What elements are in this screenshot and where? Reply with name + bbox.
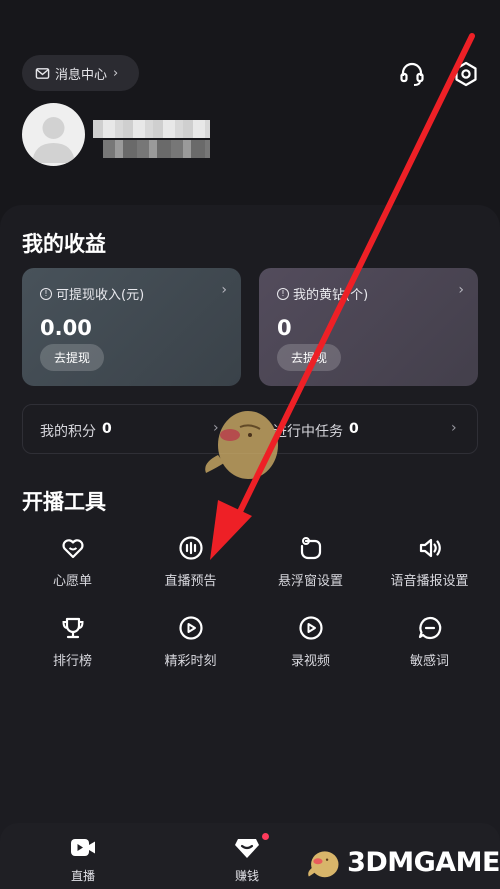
tool-label: 悬浮窗设置 bbox=[277, 574, 343, 589]
profile-section bbox=[0, 100, 500, 210]
video-camera-icon bbox=[71, 839, 95, 856]
tool-label: 心愿单 bbox=[52, 574, 92, 589]
notification-dot bbox=[262, 833, 269, 840]
highlight-icon bbox=[178, 616, 203, 640]
chevron-right-icon: › bbox=[458, 282, 464, 298]
info-icon: ! bbox=[277, 287, 289, 300]
tool-label: 排行榜 bbox=[52, 654, 92, 669]
withdrawable-income-card[interactable]: ! 可提现收入(元) 0.00 去提现 › bbox=[22, 268, 241, 386]
tool-label: 语音播报设置 bbox=[390, 574, 469, 589]
tool-floating-window[interactable]: 悬浮窗设置 bbox=[248, 535, 373, 589]
trophy-icon bbox=[61, 617, 84, 639]
message-center-label: 消息中心 bbox=[55, 67, 108, 83]
tab-earn[interactable]: 赚钱 bbox=[207, 837, 287, 884]
message-center-button[interactable]: 消息中心 › bbox=[22, 55, 139, 91]
chevron-right-icon: › bbox=[451, 420, 457, 436]
tab-live-label: 直播 bbox=[70, 869, 95, 883]
tool-live-preview[interactable]: 直播预告 bbox=[128, 535, 253, 589]
withdraw-diamond-button[interactable]: 去提现 bbox=[277, 344, 341, 371]
live-preview-icon bbox=[178, 536, 203, 560]
points-value: 0 bbox=[102, 421, 112, 437]
earnings-title: 我的收益 bbox=[22, 232, 106, 256]
chevron-right-icon: › bbox=[221, 282, 227, 298]
user-id-mosaic bbox=[103, 140, 210, 158]
record-video-icon bbox=[298, 616, 323, 640]
tool-leaderboard[interactable]: 排行榜 bbox=[10, 615, 135, 669]
username-mosaic bbox=[93, 120, 210, 138]
top-bar: 消息中心 › bbox=[0, 0, 500, 100]
yellow-diamond-card[interactable]: ! 我的黄钻(个) 0 去提现 › bbox=[259, 268, 478, 386]
tasks-value: 0 bbox=[349, 421, 359, 437]
tool-label: 直播预告 bbox=[164, 574, 217, 589]
info-icon: ! bbox=[40, 287, 52, 300]
withdrawable-value: 0.00 bbox=[40, 316, 92, 340]
tool-label: 敏感词 bbox=[409, 654, 449, 669]
chat-bubble-icon bbox=[418, 616, 441, 640]
tool-label: 录视频 bbox=[290, 654, 330, 669]
withdrawable-label: 可提现收入(元) bbox=[56, 288, 145, 303]
tool-wishlist[interactable]: 心愿单 bbox=[10, 535, 135, 589]
speaker-icon bbox=[419, 538, 441, 558]
watermark-logo-icon bbox=[308, 851, 339, 878]
avatar[interactable] bbox=[22, 103, 85, 166]
tools-title: 开播工具 bbox=[22, 490, 106, 514]
mail-icon bbox=[35, 67, 50, 79]
yellow-diamond-value: 0 bbox=[277, 316, 292, 340]
watermark: 3DMGAME bbox=[305, 838, 500, 886]
tool-voice-broadcast[interactable]: 语音播报设置 bbox=[367, 535, 492, 589]
chevron-right-icon: › bbox=[113, 65, 119, 81]
tool-label: 精彩时刻 bbox=[164, 654, 217, 669]
yellow-diamond-label: 我的黄钻(个) bbox=[293, 288, 369, 303]
diamond-icon bbox=[235, 839, 259, 858]
heart-icon bbox=[61, 539, 84, 559]
points-label: 我的积分 bbox=[40, 424, 96, 440]
floating-window-icon bbox=[300, 537, 321, 560]
tool-record-video[interactable]: 录视频 bbox=[248, 615, 373, 669]
tab-earn-label: 赚钱 bbox=[234, 869, 259, 883]
tab-live[interactable]: 直播 bbox=[43, 837, 123, 884]
settings-icon[interactable] bbox=[452, 60, 480, 88]
headset-icon[interactable] bbox=[398, 60, 426, 88]
watermark-mascot-icon bbox=[205, 411, 278, 479]
withdraw-button[interactable]: 去提现 bbox=[40, 344, 104, 371]
tool-sensitive-words[interactable]: 敏感词 bbox=[367, 615, 492, 669]
watermark-text: 3DMGAME bbox=[347, 846, 500, 878]
my-points[interactable]: 我的积分 0 bbox=[40, 421, 112, 441]
tool-highlights[interactable]: 精彩时刻 bbox=[128, 615, 253, 669]
